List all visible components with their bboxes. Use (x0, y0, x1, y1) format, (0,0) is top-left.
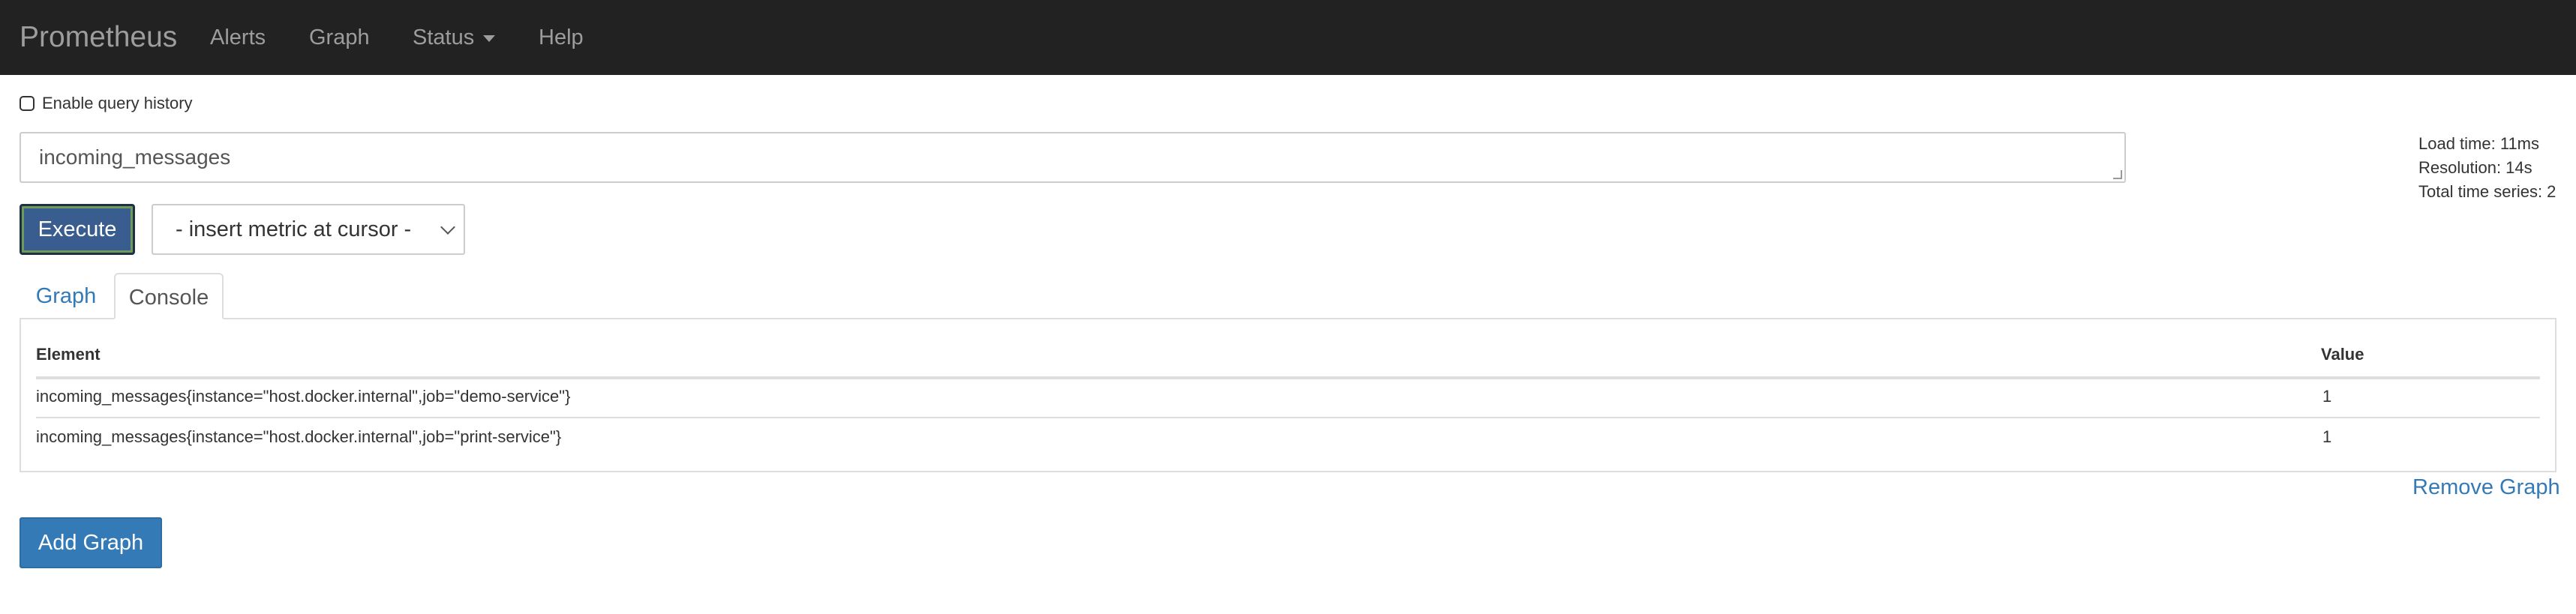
tab-graph[interactable]: Graph (20, 273, 113, 319)
nav-help[interactable]: Help (539, 0, 584, 75)
table-row-value: 1 (2322, 387, 2332, 406)
add-graph-button[interactable]: Add Graph (20, 517, 162, 568)
tab-console[interactable]: Console (114, 273, 224, 319)
nav-alerts[interactable]: Alerts (210, 0, 266, 75)
resize-handle-icon[interactable] (2113, 170, 2122, 179)
brand-logo[interactable]: Prometheus (20, 0, 177, 75)
query-stats: Load time: 11ms Resolution: 14s Total ti… (2418, 132, 2568, 204)
row-divider (36, 417, 2540, 418)
total-time-series: Total time series: 2 (2418, 182, 2556, 201)
console-panel: Element Value incoming_messages{instance… (20, 318, 2556, 472)
remove-graph-link[interactable]: Remove Graph (2412, 475, 2560, 500)
navbar: Prometheus Alerts Graph Status Help (0, 0, 2576, 75)
execute-button[interactable]: Execute (20, 204, 135, 255)
load-time: Load time: 11ms (2418, 134, 2540, 153)
column-header-element: Element (36, 345, 101, 364)
expression-input[interactable]: incoming_messages (20, 132, 2126, 183)
table-row-element: incoming_messages{instance="host.docker.… (36, 387, 571, 406)
table-row-element: incoming_messages{instance="host.docker.… (36, 427, 562, 446)
header-divider (36, 376, 2540, 379)
column-header-value: Value (2321, 345, 2364, 364)
table-row-value: 1 (2322, 427, 2332, 446)
query-history-checkbox[interactable] (20, 96, 35, 111)
nav-graph[interactable]: Graph (309, 0, 370, 75)
resolution: Resolution: 14s (2418, 158, 2532, 177)
nav-status[interactable]: Status (413, 0, 496, 75)
query-history-toggle[interactable]: Enable query history (20, 93, 193, 114)
query-history-label: Enable query history (42, 94, 193, 112)
chevron-down-icon (440, 220, 455, 235)
caret-down-icon (483, 34, 496, 42)
insert-metric-selected: - insert metric at cursor - (176, 217, 412, 241)
nav-status-label: Status (413, 25, 475, 49)
expression-value: incoming_messages (39, 145, 231, 169)
insert-metric-select[interactable]: - insert metric at cursor - (152, 204, 465, 255)
